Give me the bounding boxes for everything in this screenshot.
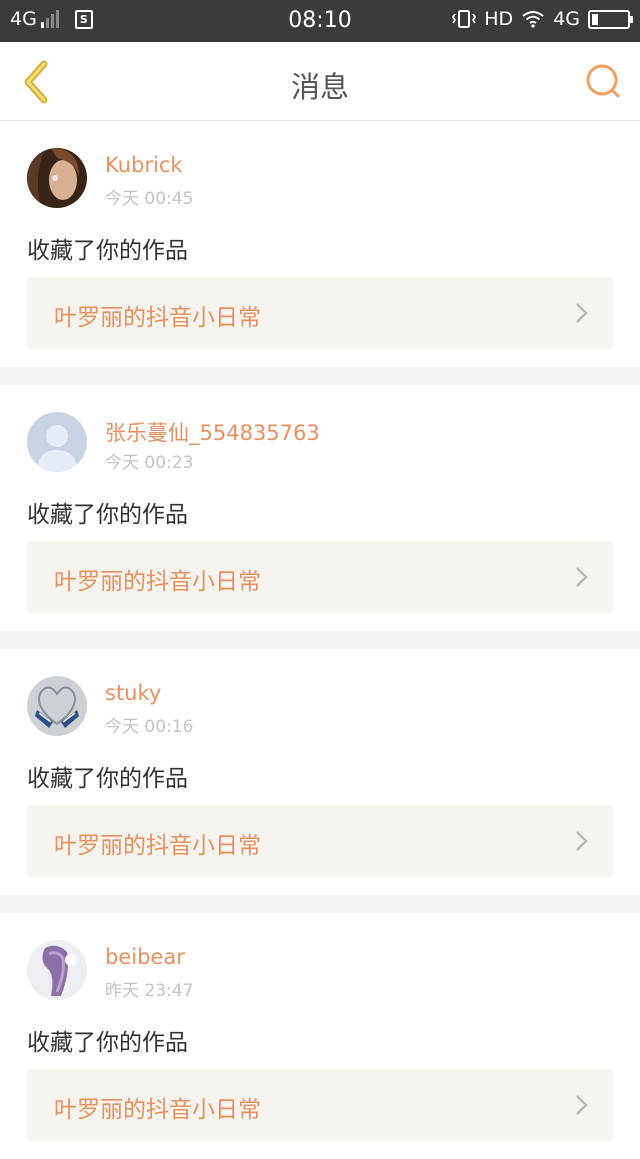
avatar[interactable] <box>27 412 87 472</box>
avatar-default-person <box>27 412 87 472</box>
message-action: 收藏了你的作品 <box>27 502 188 528</box>
search-icon[interactable] <box>584 62 622 100</box>
divider <box>0 367 640 385</box>
user-name[interactable]: stuky <box>105 681 161 705</box>
network-right-label: 4G <box>553 8 580 30</box>
work-title: 叶罗丽的抖音小日常 <box>54 305 261 331</box>
avatar-photo-shoes <box>27 676 87 736</box>
work-link[interactable]: 叶罗丽的抖音小日常 <box>27 805 613 877</box>
nav-bar: 消息 <box>0 42 640 121</box>
work-title: 叶罗丽的抖音小日常 <box>54 569 261 595</box>
message-list: Kubrick 今天 00:45 收藏了你的作品 叶罗丽的抖音小日常 张乐蔓仙_… <box>0 121 640 1159</box>
chevron-right-icon <box>576 831 588 851</box>
work-title: 叶罗丽的抖音小日常 <box>54 833 261 859</box>
user-name[interactable]: Kubrick <box>105 153 183 177</box>
page-title: 消息 <box>290 70 349 104</box>
avatar[interactable] <box>27 940 87 1000</box>
message-item[interactable]: Kubrick 今天 00:45 收藏了你的作品 叶罗丽的抖音小日常 <box>0 121 640 367</box>
chevron-right-icon <box>576 1095 588 1115</box>
battery-icon <box>588 9 633 29</box>
work-title: 叶罗丽的抖音小日常 <box>54 1097 261 1123</box>
chevron-right-icon <box>576 567 588 587</box>
status-bar: 4G S 08:10 HD 4G <box>0 0 640 42</box>
divider <box>0 631 640 649</box>
wifi-icon <box>522 11 544 28</box>
work-link[interactable]: 叶罗丽的抖音小日常 <box>27 277 613 349</box>
message-time: 昨天 23:47 <box>105 981 194 1001</box>
message-time: 今天 00:16 <box>105 717 194 737</box>
message-action: 收藏了你的作品 <box>27 238 188 264</box>
user-name[interactable]: beibear <box>105 945 185 969</box>
avatar-photo-woman <box>27 148 87 208</box>
message-item[interactable]: beibear 昨天 23:47 收藏了你的作品 叶罗丽的抖音小日常 <box>0 913 640 1159</box>
chevron-right-icon <box>576 303 588 323</box>
hd-label: HD <box>484 8 514 30</box>
user-name[interactable]: 张乐蔓仙_554835763 <box>105 417 320 447</box>
work-link[interactable]: 叶罗丽的抖音小日常 <box>27 1069 613 1141</box>
work-link[interactable]: 叶罗丽的抖音小日常 <box>27 541 613 613</box>
status-right: HD 4G <box>452 8 633 30</box>
message-action: 收藏了你的作品 <box>27 1030 188 1056</box>
message-time: 今天 00:23 <box>105 453 194 473</box>
message-time: 今天 00:45 <box>105 189 194 209</box>
avatar[interactable] <box>27 148 87 208</box>
vibrate-icon <box>452 10 477 28</box>
avatar[interactable] <box>27 676 87 736</box>
avatar-photo-purple <box>27 940 87 1000</box>
divider <box>0 895 640 913</box>
message-item[interactable]: stuky 今天 00:16 收藏了你的作品 叶罗丽的抖音小日常 <box>0 649 640 895</box>
message-item[interactable]: 张乐蔓仙_554835763 今天 00:23 收藏了你的作品 叶罗丽的抖音小日… <box>0 385 640 631</box>
message-action: 收藏了你的作品 <box>27 766 188 792</box>
